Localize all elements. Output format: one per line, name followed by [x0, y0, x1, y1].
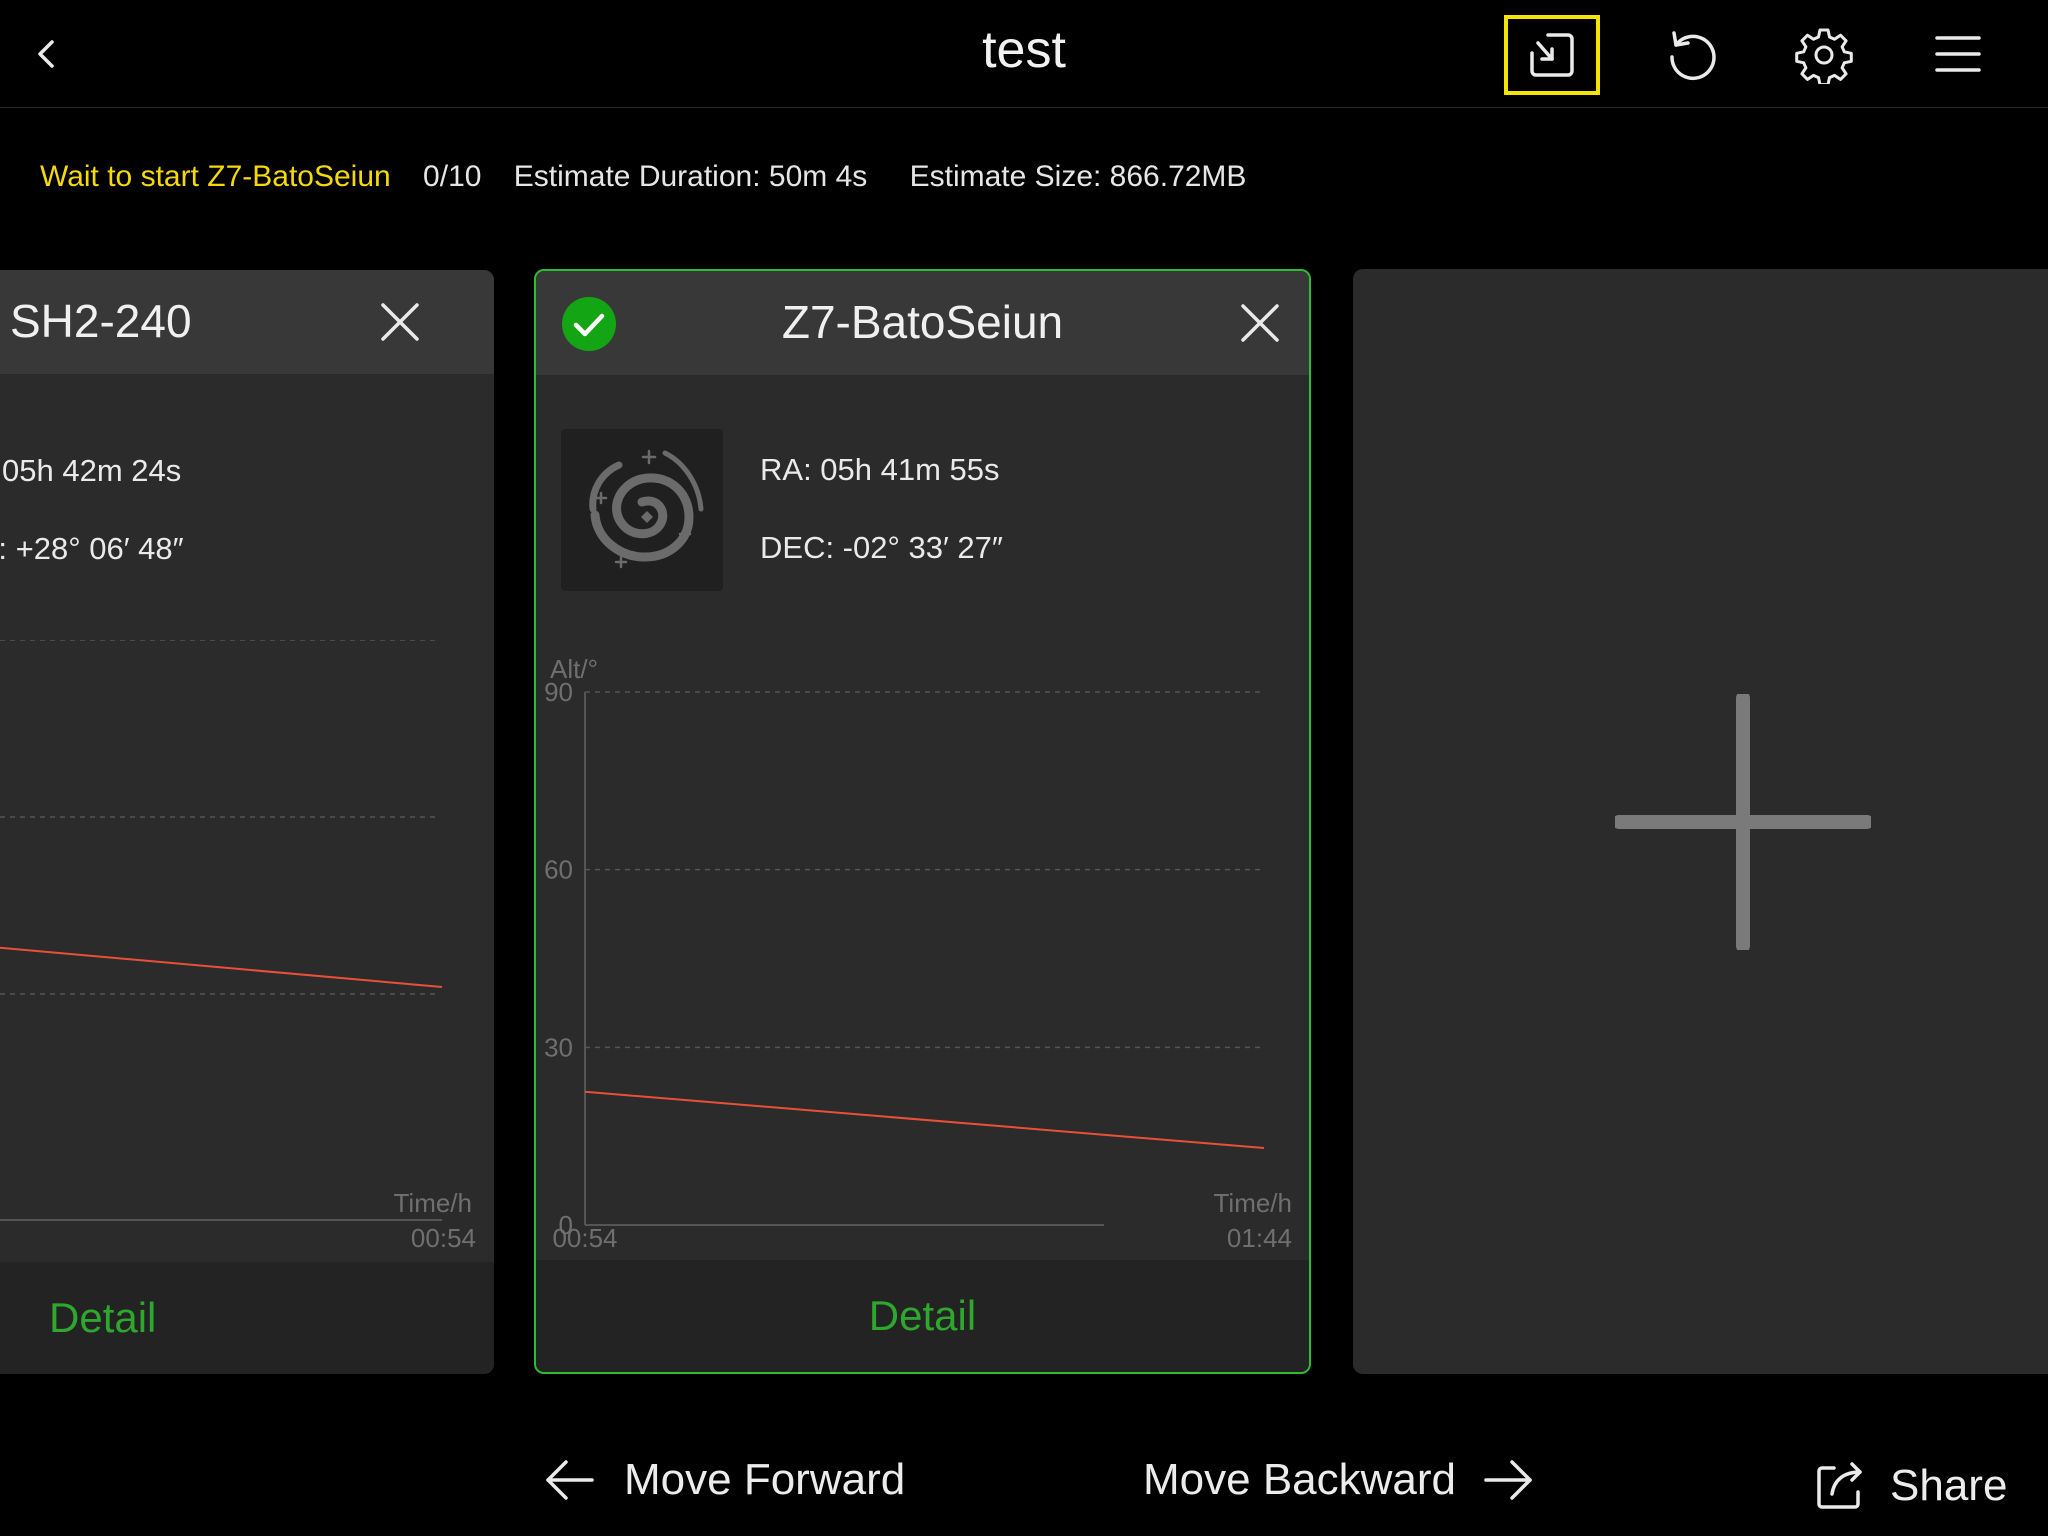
top-bar: test	[0, 0, 2048, 108]
detail-button[interactable]: Detail	[0, 1262, 494, 1374]
estimate-duration: Estimate Duration: 50m 4s	[513, 160, 868, 193]
x-axis-label: Time/h	[1214, 1188, 1293, 1218]
chart-axes-sh2-240: Time/h 00:54	[0, 1188, 476, 1253]
card-footer: Detail	[0, 1262, 494, 1374]
target-card-z7-batoseiun[interactable]: Z7-BatoSeiun RA: 05h 41m 55s DEC: -02° 3…	[534, 269, 1311, 1374]
altitude-chart-z7-batoseiun: Alt/° 9060300 Time/h 00:54 01:44	[544, 654, 1293, 1253]
target-card-sh2-240[interactable]: SH2-240 05h 42m 24s C: +28° 06′ 48″ Time…	[0, 270, 494, 1374]
estimate-size: Estimate Size: 866.72MB	[909, 160, 1247, 193]
import-icon	[1530, 33, 1574, 77]
plan-progress: 0/10	[423, 160, 482, 193]
gear-icon	[1795, 28, 1853, 84]
x-axis-label: Time/h	[394, 1188, 473, 1218]
menu-icon	[1935, 36, 1981, 72]
y-tick-label: 60	[544, 855, 573, 885]
move-forward-button[interactable]: Move Forward	[544, 1450, 905, 1510]
menu-button[interactable]	[1930, 28, 1986, 80]
import-button[interactable]	[1504, 15, 1600, 95]
settings-button[interactable]	[1794, 25, 1854, 85]
arrow-left-icon	[546, 1460, 594, 1500]
card-footer: Detail	[536, 1260, 1309, 1372]
share-label: Share	[1890, 1461, 2008, 1510]
detail-button[interactable]: Detail	[536, 1260, 1309, 1372]
share-icon	[1817, 1462, 1862, 1509]
y-tick-label: 30	[544, 1032, 573, 1062]
plus-icon	[1615, 694, 1871, 950]
move-backward-label: Move Backward	[1143, 1455, 1457, 1504]
move-forward-label: Move Forward	[624, 1455, 906, 1504]
move-backward-button[interactable]: Move Backward	[1143, 1450, 1534, 1510]
arrow-right-icon	[1484, 1460, 1532, 1500]
altitude-line	[584, 1090, 1265, 1150]
share-button[interactable]: Share	[1812, 1456, 2007, 1516]
add-target-card[interactable]	[1353, 269, 2048, 1374]
x-tick-end: 00:54	[411, 1223, 476, 1253]
plan-state: Wait to start Z7-BatoSeiun	[40, 160, 391, 193]
plan-status-bar: Wait to start Z7-BatoSeiun 0/10 Estimate…	[40, 160, 1270, 194]
x-tick-start: 00:54	[552, 1223, 617, 1253]
refresh-button[interactable]	[1664, 25, 1720, 85]
page-title: test	[982, 21, 1066, 79]
refresh-icon	[1670, 31, 1716, 81]
x-tick-end: 01:44	[1227, 1223, 1292, 1253]
y-tick-label: 90	[544, 677, 573, 707]
